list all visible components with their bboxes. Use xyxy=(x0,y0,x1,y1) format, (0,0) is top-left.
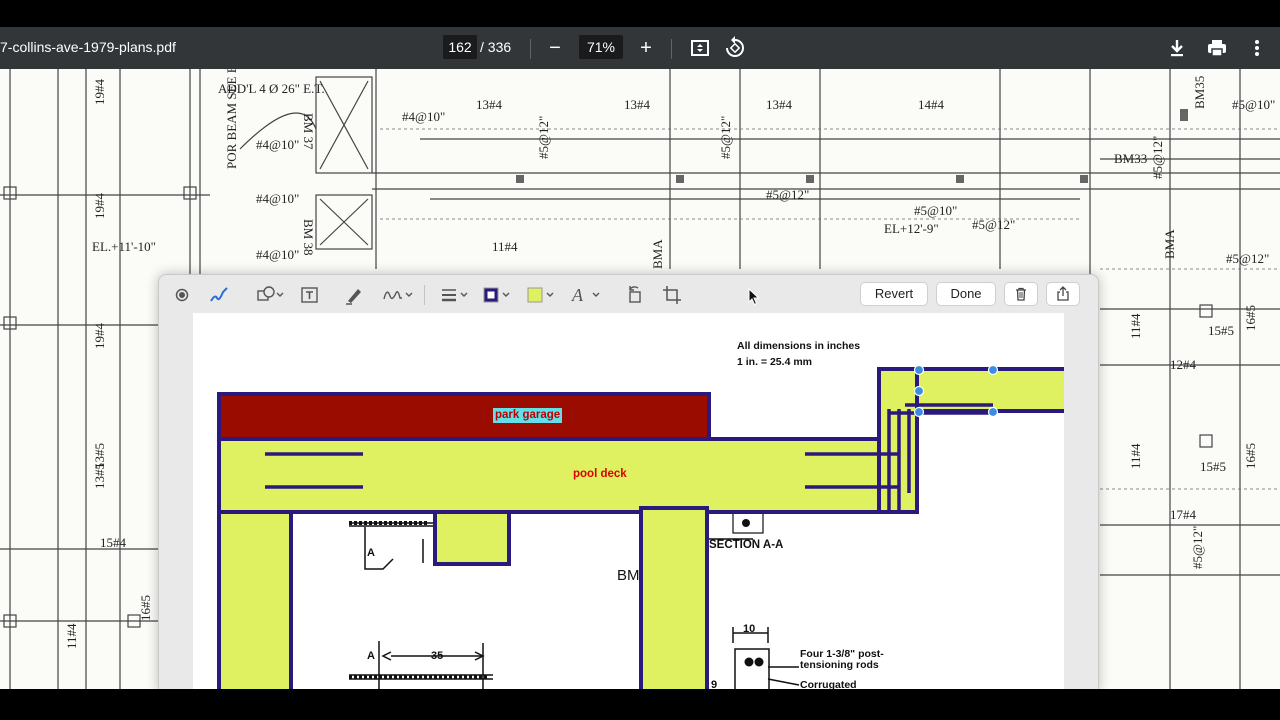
blueprint-label: 15#5 xyxy=(1208,323,1234,338)
blueprint-label: 19#4 xyxy=(92,323,107,350)
blueprint-label: #5@12" xyxy=(1190,526,1205,569)
blueprint-label: 14#4 xyxy=(918,97,945,112)
blueprint-label: BM33 xyxy=(1114,151,1147,166)
blueprint-label: #5@12" xyxy=(718,116,733,159)
text-tool-icon[interactable] xyxy=(299,284,321,306)
blueprint-label: 15#5 xyxy=(1200,459,1226,474)
crop-icon[interactable] xyxy=(661,284,683,306)
record-dot-icon[interactable] xyxy=(175,284,189,306)
blueprint-label: #5@12" xyxy=(1226,251,1269,266)
blueprint-label: 19#4 xyxy=(92,79,107,106)
blueprint-label: #4@10" xyxy=(256,137,299,152)
toolbar-divider xyxy=(671,39,672,59)
blueprint-label: #4@10" xyxy=(402,109,445,124)
trash-icon xyxy=(1016,287,1026,301)
park-garage-label[interactable]: park garage xyxy=(493,408,563,423)
done-button[interactable]: Done xyxy=(936,282,996,306)
share-button[interactable] xyxy=(1046,282,1080,306)
blueprint-label: #5@10" xyxy=(1232,97,1275,112)
zoom-out-button[interactable]: − xyxy=(542,35,568,61)
blueprint-label: BMA xyxy=(1162,229,1177,259)
blueprint-label: BM 37 xyxy=(301,113,316,150)
blueprint-label: 13#4 xyxy=(766,97,793,112)
toolbar-divider xyxy=(424,285,425,305)
blueprint-label: #5@12" xyxy=(972,217,1015,232)
blueprint-label: BMA xyxy=(650,239,665,269)
zoom-in-button[interactable]: + xyxy=(633,35,659,61)
blueprint-label: 13#5 xyxy=(92,443,107,469)
blueprint-label: 16#5 xyxy=(138,595,153,621)
rotate-page-icon[interactable] xyxy=(624,284,646,306)
share-icon xyxy=(1057,286,1069,301)
blueprint-label: 11#4 xyxy=(64,623,79,649)
blueprint-label: 11#4 xyxy=(1128,313,1143,339)
signature-tool-icon[interactable] xyxy=(381,284,415,306)
markup-editor-window: A Revert Done All dimensions in inches 1… xyxy=(158,274,1099,692)
fit-to-page-icon[interactable] xyxy=(687,35,713,61)
page-number-input[interactable]: 162 xyxy=(443,35,477,59)
sketch-tool-icon[interactable] xyxy=(207,284,233,306)
zoom-level-input[interactable]: 71% xyxy=(579,35,623,59)
blueprint-label: EL.+11'-10" xyxy=(92,239,156,254)
more-options-icon[interactable] xyxy=(1244,35,1270,61)
blueprint-label: #4@10" xyxy=(256,247,299,262)
rotate-icon[interactable] xyxy=(722,35,748,61)
blueprint-label: #4@10" xyxy=(256,191,299,206)
svg-text:A: A xyxy=(571,285,584,305)
blueprint-label: BM35 xyxy=(1192,76,1207,109)
blueprint-label: 19#4 xyxy=(92,193,107,220)
download-icon[interactable] xyxy=(1164,35,1190,61)
pool-deck-label[interactable]: pool deck xyxy=(573,468,627,480)
blueprint-label: #5@12" xyxy=(766,187,809,202)
shapes-tool-icon[interactable] xyxy=(255,284,289,306)
blueprint-label: EL+12'-9" xyxy=(884,221,939,236)
blueprint-label: 11#4 xyxy=(492,239,518,254)
fill-color-picker[interactable] xyxy=(525,284,559,306)
blueprint-label: 17#4 xyxy=(1170,507,1197,522)
delete-button[interactable] xyxy=(1004,282,1038,306)
pdf-viewer-toolbar: 7-collins-ave-1979-plans.pdf 162 / 336 −… xyxy=(0,27,1280,69)
blueprint-label: #5@12" xyxy=(1150,136,1165,179)
highlight-tool-icon[interactable] xyxy=(343,284,365,306)
mouse-cursor-icon xyxy=(748,288,760,306)
border-color-picker[interactable] xyxy=(481,284,515,306)
beam-block-shape[interactable] xyxy=(433,510,511,566)
blueprint-label: 13#4 xyxy=(476,97,503,112)
blueprint-label: 13#4 xyxy=(624,97,651,112)
blueprint-label: #5@12" xyxy=(536,116,551,159)
blueprint-label: 11#4 xyxy=(1128,443,1143,469)
bottom-bar xyxy=(0,689,1280,720)
line-style-icon[interactable] xyxy=(439,284,473,306)
text-style-icon[interactable]: A xyxy=(569,284,605,306)
blueprint-label: 16#5 xyxy=(1243,305,1258,331)
toolbar-divider xyxy=(530,39,531,59)
page-total: / 336 xyxy=(480,39,512,55)
blueprint-label: 12#4 xyxy=(1170,357,1197,372)
blueprint-label: 16#5 xyxy=(1243,443,1258,469)
revert-button[interactable]: Revert xyxy=(860,282,928,306)
park-garage-shape[interactable] xyxy=(217,392,711,442)
document-title: 7-collins-ave-1979-plans.pdf xyxy=(0,39,176,55)
print-icon[interactable] xyxy=(1204,35,1230,61)
blueprint-label: 15#4 xyxy=(100,535,127,550)
blueprint-label: POR BEAM SEE ELEVATOR SECTION xyxy=(224,69,239,169)
annotated-page: All dimensions in inches 1 in. = 25.4 mm… xyxy=(193,313,1064,692)
column-left-shape[interactable] xyxy=(217,510,293,692)
annotation-layer xyxy=(217,364,1064,692)
column-center-shape[interactable] xyxy=(639,506,709,692)
blueprint-label: BM 38 xyxy=(301,219,316,255)
pool-deck-shape[interactable] xyxy=(217,437,881,514)
blueprint-label: #5@10" xyxy=(914,203,957,218)
